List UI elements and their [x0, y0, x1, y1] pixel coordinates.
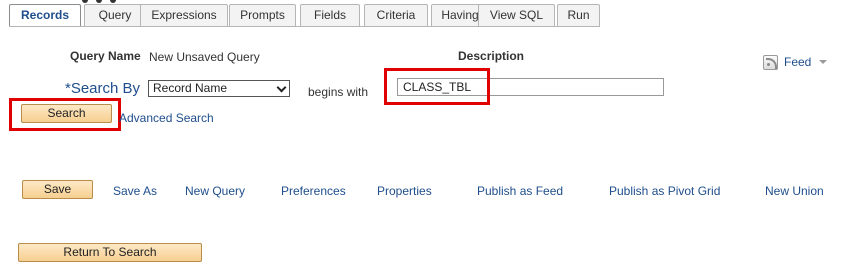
publish-as-feed-link[interactable]: Publish as Feed [477, 184, 563, 198]
query-name-value: New Unsaved Query [149, 50, 260, 64]
tab-criteria[interactable]: Criteria [364, 4, 428, 26]
publish-as-pivot-grid-link[interactable]: Publish as Pivot Grid [609, 184, 720, 198]
advanced-search-link[interactable]: Advanced Search [119, 111, 214, 125]
search-button[interactable]: Search [21, 104, 112, 123]
search-input-value: CLASS_TBL [403, 80, 472, 94]
description-label: Description [458, 49, 525, 63]
save-as-link[interactable]: Save As [113, 184, 157, 198]
new-union-link[interactable]: New Union [765, 184, 824, 198]
tab-prompts[interactable]: Prompts [229, 4, 296, 26]
tab-query[interactable]: Query [84, 4, 146, 26]
search-by-label: *Search By [65, 80, 141, 97]
query-manager-page: Records Query Expressions Prompts Fields… [0, 0, 852, 274]
search-input[interactable]: CLASS_TBL [397, 78, 664, 96]
feed-icon [763, 54, 778, 70]
preferences-link[interactable]: Preferences [281, 184, 346, 198]
feed-menu[interactable]: Feed [763, 54, 828, 70]
properties-link[interactable]: Properties [377, 184, 432, 198]
tab-underline [9, 26, 600, 27]
operator-label: begins with [308, 85, 369, 99]
feed-label: Feed [784, 55, 812, 69]
query-name-label: Query Name [70, 49, 141, 63]
new-query-link[interactable]: New Query [185, 184, 245, 198]
tab-run[interactable]: Run [557, 4, 600, 26]
tab-expressions[interactable]: Expressions [140, 4, 228, 26]
return-to-search-button[interactable]: Return To Search [18, 243, 202, 262]
search-by-select[interactable]: Record Name [148, 80, 290, 97]
save-button[interactable]: Save [22, 180, 93, 199]
chevron-down-icon [276, 82, 287, 93]
tab-fields[interactable]: Fields [300, 4, 360, 26]
tab-records[interactable]: Records [9, 4, 81, 27]
chevron-down-icon [819, 60, 828, 64]
tab-view-sql[interactable]: View SQL [478, 4, 555, 26]
search-by-value: Record Name [153, 81, 228, 95]
